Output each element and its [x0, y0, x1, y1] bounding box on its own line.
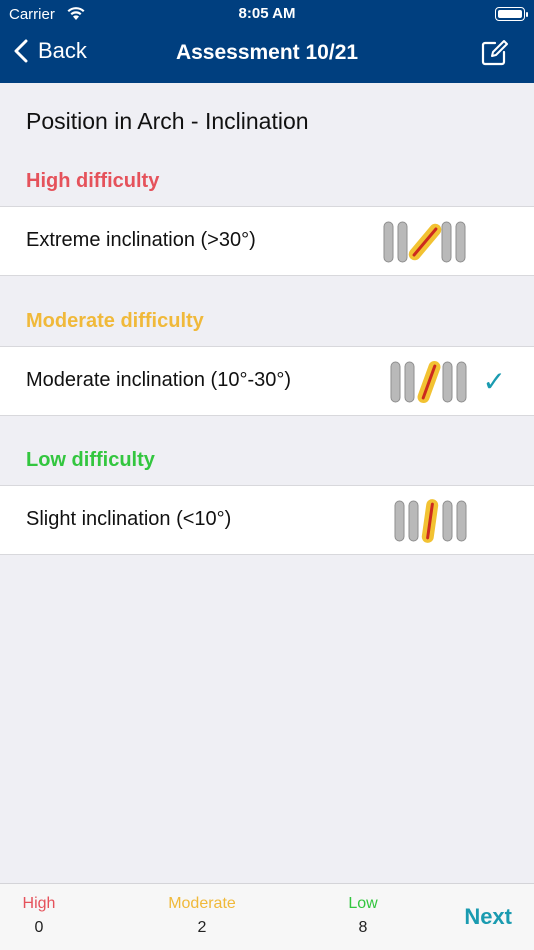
tooth-slight-inclination-icon [394, 499, 467, 543]
option-moderate-inclination[interactable]: Moderate inclination (10°-30°) ✓ [0, 346, 534, 416]
option-label: Slight inclination (<10°) [26, 508, 232, 530]
navigation-bar: Carrier 8:05 AM Back Assessment 10/21 [0, 0, 534, 83]
high-value: 0 [34, 919, 44, 936]
low-value: 8 [358, 919, 368, 936]
clock: 8:05 AM [238, 5, 296, 22]
next-button[interactable]: Next [464, 904, 512, 930]
compose-button[interactable] [480, 39, 508, 72]
status-bar: Carrier 8:05 AM [0, 0, 534, 28]
option-extreme-inclination[interactable]: Extreme inclination (>30°) [0, 206, 534, 276]
low-count: Low 8 [343, 895, 383, 937]
tooth-extreme-inclination-icon [383, 221, 466, 263]
moderate-value: 2 [197, 919, 207, 936]
compose-icon [481, 40, 508, 66]
selected-checkmark-icon: ✓ [482, 366, 506, 397]
moderate-count: Moderate 2 [160, 895, 244, 937]
option-slight-inclination[interactable]: Slight inclination (<10°) [0, 485, 534, 555]
question-title: Position in Arch - Inclination [26, 108, 309, 134]
section-header-high: High difficulty [26, 170, 160, 192]
tooth-moderate-inclination-icon [390, 360, 467, 404]
high-count: High 0 [18, 895, 60, 937]
low-label: Low [348, 895, 378, 912]
section-header-moderate: Moderate difficulty [26, 310, 204, 332]
summary-footer: High 0 Moderate 2 Low 8 Next [0, 883, 534, 950]
section-header-low: Low difficulty [26, 449, 155, 471]
moderate-label: Moderate [168, 895, 236, 912]
option-label: Moderate inclination (10°-30°) [26, 369, 292, 391]
page-header-title: Assessment 10/21 [175, 41, 359, 64]
battery-icon [495, 7, 528, 21]
option-label: Extreme inclination (>30°) [26, 229, 256, 251]
high-label: High [22, 895, 56, 912]
